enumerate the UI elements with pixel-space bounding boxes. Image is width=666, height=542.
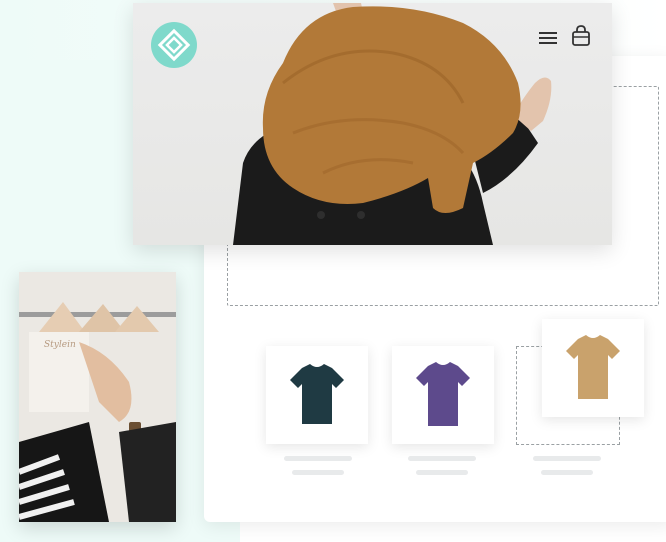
shopping-bag-icon[interactable]: [571, 25, 591, 47]
product-price-placeholder: [292, 470, 344, 475]
product-price-placeholder: [541, 470, 593, 475]
hamburger-menu-icon[interactable]: [539, 31, 557, 45]
product-tile-tan-dragging[interactable]: [542, 319, 644, 417]
product-tile-purple[interactable]: [392, 346, 494, 444]
hero-image: [133, 3, 612, 245]
clothes-rack-illustration: [19, 272, 176, 522]
product-tile-dark-teal[interactable]: [266, 346, 368, 444]
tshirt-icon: [416, 362, 470, 426]
logo-diamond-icon: [157, 28, 191, 62]
tshirt-icon: [290, 364, 344, 424]
brand-logo[interactable]: [151, 22, 197, 68]
hanger-brand-text: Stylein: [44, 340, 76, 350]
product-title-placeholder: [408, 456, 476, 461]
product-title-placeholder: [533, 456, 601, 461]
product-title-placeholder: [284, 456, 352, 461]
tshirt-icon: [566, 335, 620, 399]
clothes-rack-photo: [19, 272, 176, 522]
product-price-placeholder: [416, 470, 468, 475]
